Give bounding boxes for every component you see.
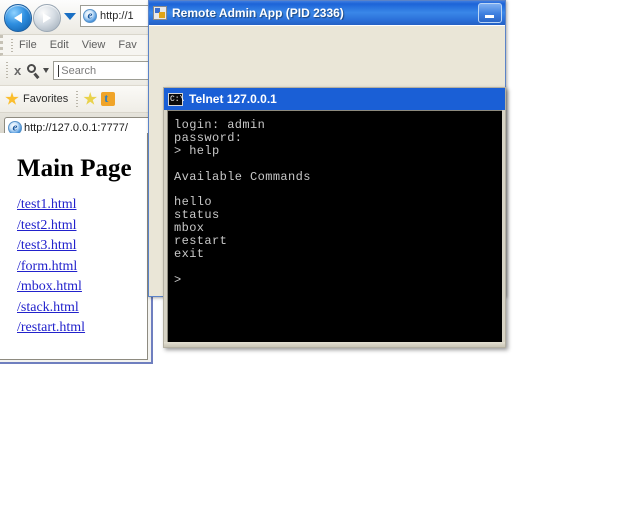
- forward-button[interactable]: [33, 4, 61, 32]
- page-title: Main Page: [17, 155, 132, 182]
- recent-pages-dropdown-icon[interactable]: [64, 13, 76, 20]
- page-link-restart[interactable]: /restart.html: [17, 320, 147, 336]
- telnet-window[interactable]: Telnet 127.0.0.1 login: admin password: …: [163, 87, 506, 348]
- stop-button[interactable]: x: [14, 63, 21, 78]
- suggested-sites-icon[interactable]: [101, 91, 116, 106]
- menu-item-favorites[interactable]: Fav: [118, 39, 136, 51]
- star-icon: [5, 92, 19, 105]
- search-input[interactable]: Search: [53, 61, 151, 80]
- forward-arrow-icon: [43, 13, 51, 23]
- telnet-title-text: Telnet 127.0.0.1: [189, 92, 277, 106]
- minimize-icon[interactable]: [478, 3, 502, 23]
- address-bar-value: http://1: [100, 10, 134, 22]
- remote-admin-title-bar[interactable]: Remote Admin App (PID 2336): [149, 1, 505, 25]
- search-provider-chevron-down-icon[interactable]: [43, 68, 50, 73]
- remote-admin-title-text: Remote Admin App (PID 2336): [172, 6, 344, 20]
- magnifier-icon[interactable]: [27, 63, 41, 78]
- ie-logo-icon: [83, 9, 97, 23]
- browser-search-bar: x Search: [0, 56, 151, 86]
- favorites-bar: Favorites: [0, 86, 151, 113]
- telnet-title-bar[interactable]: Telnet 127.0.0.1: [164, 88, 505, 110]
- menu-item-view[interactable]: View: [82, 39, 106, 51]
- page-link-test3[interactable]: /test3.html: [17, 238, 147, 254]
- internet-explorer-window[interactable]: http://1 File Edit View Fav x Search Fav…: [0, 0, 153, 364]
- page-content-area: Main Page /test1.html /test2.html /test3…: [0, 133, 148, 360]
- address-bar[interactable]: http://1: [80, 5, 151, 27]
- page-link-test1[interactable]: /test1.html: [17, 197, 147, 213]
- desktop-background: http://1 File Edit View Fav x Search Fav…: [0, 0, 640, 512]
- favorites-bar-separator: [76, 91, 79, 107]
- terminal-output: login: admin password: > help Available …: [174, 118, 311, 287]
- back-button[interactable]: [4, 4, 32, 32]
- text-caret: [58, 64, 60, 77]
- app-window-icon: [153, 6, 167, 20]
- page-link-stack[interactable]: /stack.html: [17, 300, 147, 316]
- search-input-placeholder: Search: [61, 64, 97, 77]
- telnet-terminal[interactable]: login: admin password: > help Available …: [167, 110, 502, 342]
- add-to-favorites-icon[interactable]: [83, 92, 97, 105]
- page-link-test2[interactable]: /test2.html: [17, 218, 147, 234]
- telnet-window-bottom-edge: [164, 342, 505, 347]
- browser-navigation-bar: http://1: [0, 0, 151, 35]
- favorites-button-label[interactable]: Favorites: [23, 93, 68, 105]
- browser-menu-bar[interactable]: File Edit View Fav: [0, 35, 151, 56]
- search-grip-handle[interactable]: [6, 61, 8, 80]
- browser-tab-label: http://127.0.0.1:7777/: [24, 121, 128, 134]
- page-link-list: /test1.html /test2.html /test3.html /for…: [17, 197, 147, 336]
- menu-item-file[interactable]: File: [19, 39, 37, 51]
- page-link-form[interactable]: /form.html: [17, 259, 147, 275]
- menu-grip-handle[interactable]: [11, 38, 13, 52]
- back-arrow-icon: [14, 13, 22, 23]
- menu-item-edit[interactable]: Edit: [50, 39, 69, 51]
- page-link-mbox[interactable]: /mbox.html: [17, 279, 147, 295]
- console-icon: [168, 92, 184, 106]
